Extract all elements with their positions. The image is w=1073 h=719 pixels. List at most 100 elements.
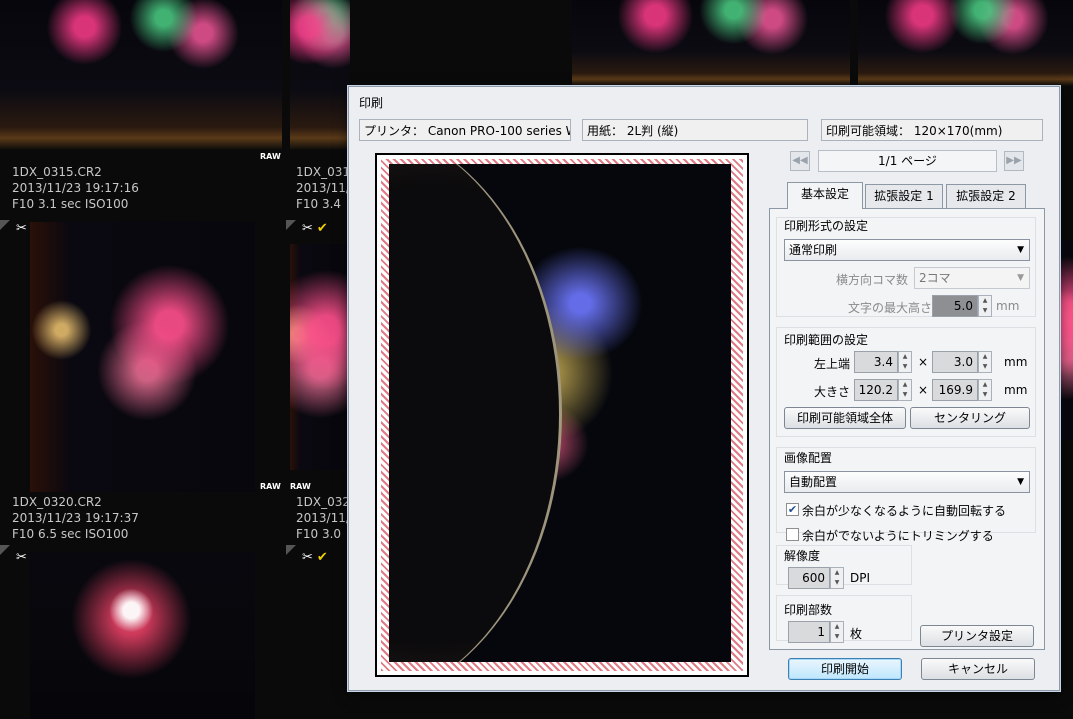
copies-unit: 枚	[850, 627, 863, 641]
image-layout-value: 自動配置	[789, 475, 838, 489]
max-text-height-stepper[interactable]: ▲ ▼	[978, 295, 992, 317]
copies-title: 印刷部数	[784, 603, 833, 617]
thumbnail-exposure: F10 3.0	[296, 527, 342, 541]
top-left-y-input[interactable]: 3.0	[932, 351, 978, 373]
thumbnail-filename: 1DX_0320.CR2	[12, 495, 102, 509]
times-sign: ×	[918, 355, 929, 369]
max-text-height-label: 文字の最大高さ	[848, 301, 933, 315]
selection-corner	[0, 220, 10, 230]
resolution-stepper[interactable]: ▲ ▼	[830, 567, 844, 589]
frames-value: 2コマ	[919, 271, 951, 285]
trim-checkbox[interactable]	[786, 528, 799, 541]
top-left-y-stepper[interactable]: ▲ ▼	[978, 351, 992, 373]
dialog-title: 印刷	[359, 96, 384, 110]
thumbnail-status-icons: ✂✔	[302, 221, 328, 236]
chevron-down-icon: ▼	[1017, 477, 1024, 487]
thumbnail-filename: 1DX_0315.CR2	[12, 165, 102, 179]
thumbnail-1-meta: 1DX_0315.CR2 2013/11/23 19:17:16 F10 3.1…	[12, 164, 139, 212]
chevron-down-icon: ▼	[1017, 273, 1024, 283]
thumbnail-5[interactable]	[30, 552, 255, 719]
size-width-stepper[interactable]: ▲ ▼	[898, 379, 912, 401]
selection-corner	[286, 545, 296, 555]
start-print-button[interactable]: 印刷開始	[788, 658, 902, 680]
printer-info: プリンタ： Canon PRO-100 series W	[359, 119, 571, 141]
print-dialog: 印刷 プリンタ： Canon PRO-100 series W 用紙： 2L判 …	[348, 86, 1060, 691]
scissors-icon: ✂	[302, 221, 313, 236]
basic-settings-panel: 印刷形式の設定 通常印刷 ▼ 横方向コマ数 2コマ ▼ 文字の最大高さ 5.0 ▲ ▼…	[769, 208, 1045, 650]
raw-badge: RAW	[260, 482, 281, 491]
thumbnail-exposure: F10 3.1 sec ISO100	[12, 197, 129, 211]
chevron-down-icon: ▼	[1017, 245, 1024, 255]
printable-area-info: 印刷可能領域： 120×170(mm)	[821, 119, 1043, 141]
thumbnail-status-icons: ✂✔	[302, 550, 328, 565]
check-icon: ✔	[316, 550, 328, 565]
image-layout-title: 画像配置	[784, 451, 833, 465]
top-left-x-input[interactable]: 3.4	[854, 351, 898, 373]
thumbnail-2-meta: 1DX_031 2013/11/ F10 3.4	[296, 164, 350, 212]
tab-basic-settings[interactable]: 基本設定	[787, 182, 863, 209]
thumbnail-filename: 1DX_032	[296, 495, 350, 509]
top-left-x-stepper[interactable]: ▲ ▼	[898, 351, 912, 373]
max-text-height-unit: mm	[996, 299, 1020, 313]
size-height-stepper[interactable]: ▲ ▼	[978, 379, 992, 401]
thumbnail-top-4[interactable]	[858, 0, 1073, 86]
size-height-input[interactable]: 169.9	[932, 379, 978, 401]
resolution-title: 解像度	[784, 549, 821, 563]
top-left-unit: mm	[1004, 355, 1028, 369]
auto-rotate-label[interactable]: 余白が少なくなるように自動回転する	[802, 502, 1006, 519]
size-label: 大きさ	[814, 385, 851, 399]
resolution-unit: DPI	[850, 571, 871, 585]
thumbnail-exposure: F10 3.4	[296, 197, 342, 211]
cancel-button[interactable]: キャンセル	[921, 658, 1035, 680]
thumbnail-4-meta: 1DX_032 2013/11/ F10 3.0	[296, 494, 350, 542]
tab-extended-settings-2[interactable]: 拡張設定 2	[946, 184, 1026, 208]
top-left-label: 左上端	[814, 357, 851, 371]
thumbnail-4[interactable]	[290, 244, 348, 470]
paper-info: 用紙： 2L判 (縦)	[582, 119, 808, 141]
print-range-title: 印刷範囲の設定	[784, 333, 869, 347]
print-format-value: 通常印刷	[789, 243, 838, 257]
copies-input[interactable]: 1	[788, 621, 830, 643]
frames-label: 横方向コマ数	[836, 273, 909, 287]
thumbnail-3[interactable]	[30, 222, 255, 492]
selection-corner	[286, 220, 296, 230]
scissors-icon: ✂	[302, 550, 313, 565]
thumbnail-6[interactable]	[1058, 240, 1073, 440]
preview-image[interactable]	[389, 164, 731, 662]
times-sign: ×	[918, 383, 929, 397]
scissors-icon: ✂	[16, 550, 27, 565]
print-format-select[interactable]: 通常印刷 ▼	[784, 239, 1030, 261]
copies-stepper[interactable]: ▲ ▼	[830, 621, 844, 643]
check-icon: ✔	[316, 221, 328, 236]
thumbnail-datetime: 2013/11/23 19:17:16	[12, 181, 139, 195]
trim-label[interactable]: 余白がでないようにトリミングする	[802, 527, 994, 544]
frames-select[interactable]: 2コマ ▼	[914, 267, 1030, 289]
raw-badge: RAW	[290, 482, 311, 491]
size-width-input[interactable]: 120.2	[854, 379, 898, 401]
raw-badge: RAW	[260, 152, 281, 161]
prev-page-button[interactable]: ◀◀	[790, 151, 810, 171]
page-indicator: 1/1 ページ	[818, 150, 997, 172]
full-printable-area-button[interactable]: 印刷可能領域全体	[784, 407, 906, 429]
image-layout-combobox[interactable]: 自動配置 ▼	[784, 471, 1030, 493]
next-page-button[interactable]: ▶▶	[1004, 151, 1024, 171]
print-preview	[375, 153, 749, 677]
thumbnail-3-meta: 1DX_0320.CR2 2013/11/23 19:17:37 F10 6.5…	[12, 494, 139, 542]
thumbnail-filename: 1DX_031	[296, 165, 350, 179]
max-text-height-input[interactable]: 5.0	[932, 295, 978, 317]
thumbnail-top-3[interactable]	[572, 0, 850, 86]
printer-settings-button[interactable]: プリンタ設定	[920, 625, 1034, 647]
selection-corner	[0, 545, 10, 555]
auto-rotate-checkbox[interactable]: ✔	[786, 503, 799, 516]
resolution-input[interactable]: 600	[788, 567, 830, 589]
thumbnail-exposure: F10 6.5 sec ISO100	[12, 527, 129, 541]
print-format-title: 印刷形式の設定	[784, 219, 869, 233]
thumbnail-1[interactable]	[0, 0, 282, 150]
centering-button[interactable]: センタリング	[910, 407, 1030, 429]
thumbnail-2[interactable]	[290, 0, 350, 150]
size-unit: mm	[1004, 383, 1028, 397]
scissors-icon: ✂	[16, 221, 27, 236]
tab-extended-settings-1[interactable]: 拡張設定 1	[865, 184, 943, 208]
thumbnail-datetime: 2013/11/23 19:17:37	[12, 511, 139, 525]
thumbnail-datetime: 2013/11/	[296, 511, 350, 525]
